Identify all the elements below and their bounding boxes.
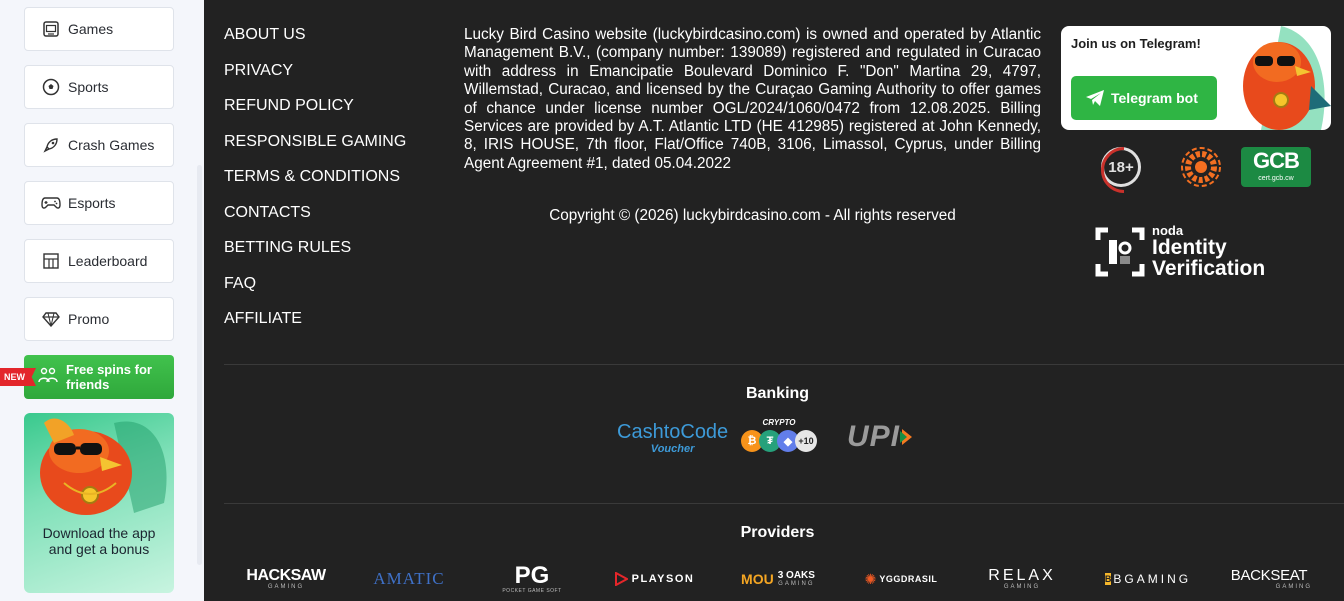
footer-link-terms[interactable]: TERMS & CONDITIONS [224, 168, 406, 204]
footer-divider [224, 364, 1344, 365]
download-app-label: Download the app and get a bonus [42, 525, 156, 557]
sidebar-scrollbar[interactable] [197, 165, 202, 565]
upi-arrow-icon [900, 429, 913, 445]
sidebar-item-label: Promo [68, 311, 110, 327]
bgaming-b-icon: B [1104, 573, 1112, 585]
gamepad-icon [41, 193, 61, 213]
provider-name: BGAMING [1113, 572, 1192, 586]
soccer-ball-icon [41, 77, 61, 97]
cashtocode-voucher-text: Voucher [650, 443, 695, 455]
provider-name: BACKSEAT [1230, 566, 1308, 584]
telegram-icon [1086, 90, 1104, 106]
provider-backseat[interactable]: BACKSEAT GAMING [1226, 564, 1312, 594]
playson-play-icon [614, 572, 628, 586]
copyright-text: Copyright © (2026) luckybirdcasino.com -… [549, 207, 956, 224]
download-app-card[interactable]: Download the app and get a bonus [24, 413, 174, 593]
sidebar-item-label: Sports [68, 79, 109, 95]
provider-name: PLAYSON [631, 573, 695, 585]
provider-name: PG [514, 561, 550, 589]
cashtocode-logo: CashtoCode Voucher [617, 421, 728, 455]
yggdrasil-tree-icon: ✺ [864, 570, 877, 587]
footer-link-contacts[interactable]: CONTACTS [224, 204, 406, 240]
sidebar-item-esports[interactable]: Esports [24, 181, 174, 225]
crypto-label: CRYPTO [762, 418, 796, 427]
footer: ABOUT US PRIVACY REFUND POLICY RESPONSIB… [204, 0, 1344, 601]
provider-playson[interactable]: PLAYSON [612, 564, 696, 594]
new-badge: NEW [0, 368, 36, 386]
provider-amatic[interactable]: AMATIC [370, 564, 448, 594]
noda-logo-icon [1095, 227, 1145, 277]
provider-name: RELAX [988, 566, 1056, 584]
noda-identity-logo: noda Identity Verification [1094, 224, 1266, 280]
telegram-title: Join us on Telegram! [1071, 36, 1201, 51]
legal-text: Lucky Bird Casino website (luckybirdcasi… [464, 26, 1041, 172]
telegram-card: Join us on Telegram! Telegram bot [1061, 26, 1331, 130]
provider-bgaming[interactable]: B BGAMING [1104, 564, 1192, 594]
providers-title: Providers [740, 524, 815, 541]
provider-sub: POCKET GAME SOFT [502, 587, 562, 594]
provider-sub: GAMING [778, 580, 815, 587]
age-18-badge: 18+ [1101, 147, 1141, 187]
rocket-icon [41, 135, 61, 155]
footer-link-refund-policy[interactable]: REFUND POLICY [224, 97, 406, 133]
games-icon [41, 19, 61, 39]
sidebar-item-promo[interactable]: Promo [24, 297, 174, 341]
upi-text: UPI [847, 420, 901, 453]
footer-link-affiliate[interactable]: AFFILIATE [224, 310, 406, 346]
sidebar-item-label: Crash Games [68, 137, 155, 153]
sidebar-item-label: Leaderboard [68, 253, 148, 269]
banking-title: Banking [745, 385, 810, 402]
sidebar-item-leaderboard[interactable]: Leaderboard [24, 239, 174, 283]
provider-sub: GAMING [267, 583, 305, 590]
free-spins-label: Free spins for friends [66, 362, 152, 392]
responsible-gaming-icon [1181, 147, 1221, 187]
footer-links: ABOUT US PRIVACY REFUND POLICY RESPONSIB… [224, 26, 406, 346]
provider-relax[interactable]: RELAX GAMING [982, 564, 1062, 594]
provider-yggdrasil[interactable]: ✺ YGGDRASIL [861, 564, 941, 594]
footer-divider [224, 503, 1344, 504]
gcb-title: GCB [1253, 148, 1300, 173]
bird-mascot-image [40, 418, 167, 515]
provider-name: AMATIC [373, 569, 445, 588]
noda-line-1: Identity [1152, 236, 1227, 259]
sidebar-item-label: Games [68, 21, 114, 37]
crypto-more-count: +10 [795, 430, 817, 452]
sidebar: Games Sports Crash Games Esports Leaderb… [0, 0, 204, 601]
footer-link-betting-rules[interactable]: BETTING RULES [224, 239, 406, 275]
provider-sub: GAMING [1275, 583, 1312, 590]
gcb-license-badge[interactable]: GCB cert.gcb.cw [1241, 147, 1311, 187]
sidebar-item-label: Esports [68, 195, 116, 211]
3oaks-emblem-icon: MOU [741, 571, 774, 587]
leaderboard-icon [41, 251, 61, 271]
footer-link-faq[interactable]: FAQ [224, 275, 406, 311]
provider-hacksaw[interactable]: HACKSAW GAMING [244, 564, 328, 594]
provider-sub: GAMING [1003, 583, 1041, 590]
sidebar-item-crash-games[interactable]: Crash Games [24, 123, 174, 167]
sidebar-item-games[interactable]: Games [24, 7, 174, 51]
cashtocode-text: CashtoCode [617, 421, 729, 443]
free-spins-button[interactable]: Free spins for friends [24, 355, 174, 399]
sidebar-item-sports[interactable]: Sports [24, 65, 174, 109]
upi-logo: UPI [847, 420, 914, 454]
footer-link-responsible-gaming[interactable]: RESPONSIBLE GAMING [224, 133, 406, 169]
footer-link-privacy[interactable]: PRIVACY [224, 62, 406, 98]
provider-name: 3 OAKS [777, 569, 815, 581]
diamond-icon [41, 309, 61, 329]
friends-icon [38, 366, 58, 389]
telegram-bot-label: Telegram bot [1111, 90, 1198, 106]
footer-link-about-us[interactable]: ABOUT US [224, 26, 406, 62]
noda-line-2: Verification [1152, 257, 1266, 280]
telegram-bot-button[interactable]: Telegram bot [1071, 76, 1217, 120]
provider-name: YGGDRASIL [879, 574, 938, 584]
provider-3-oaks[interactable]: MOU 3 OAKS GAMING [735, 564, 821, 594]
crypto-logo: CRYPTO ₿ ₮ ◆ +10 [741, 418, 817, 452]
provider-name: HACKSAW [246, 566, 326, 584]
bird-mascot-image [1243, 26, 1331, 130]
provider-pg-soft[interactable]: PG POCKET GAME SOFT [498, 561, 566, 594]
gcb-subtitle: cert.gcb.cw [1258, 175, 1294, 182]
